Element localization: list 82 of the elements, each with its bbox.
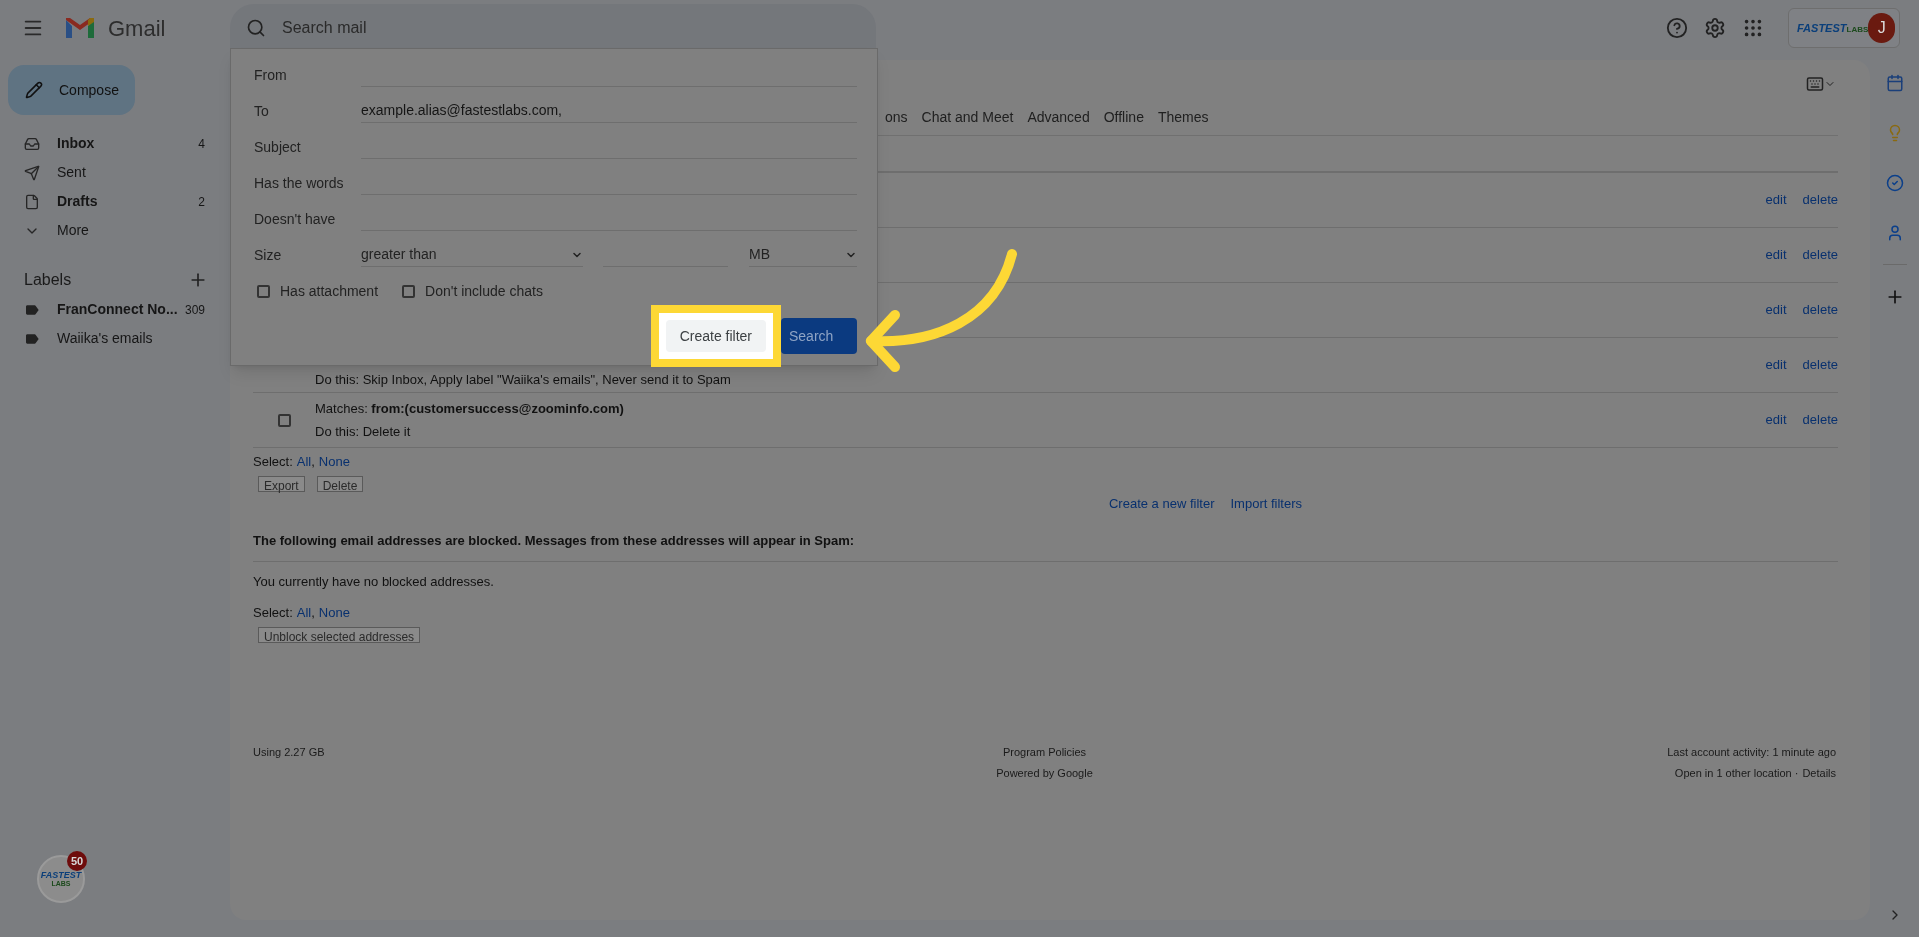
file-icon xyxy=(24,193,40,210)
select-none-link[interactable]: None xyxy=(318,452,350,472)
program-policies-link[interactable]: Program Policies xyxy=(1002,744,1087,761)
nav-count: 4 xyxy=(198,135,205,153)
check-circle-icon[interactable] xyxy=(1885,174,1904,192)
edit-link[interactable]: edit xyxy=(1765,190,1787,210)
create-filter-button[interactable]: Create filter xyxy=(665,320,766,352)
calendar-icon[interactable] xyxy=(1885,74,1904,92)
details-link[interactable]: Details xyxy=(1802,764,1836,781)
select-label: Select: xyxy=(253,604,293,622)
settings-tab[interactable]: Chat and Meet xyxy=(921,107,1014,128)
other-location: Open in 1 other location · xyxy=(1674,765,1799,781)
send-icon xyxy=(24,164,40,181)
checkbox[interactable] xyxy=(257,284,270,298)
checkbox[interactable] xyxy=(402,284,416,298)
labels-heading: Labels xyxy=(24,270,73,290)
checkbox[interactable] xyxy=(277,413,291,427)
size-unit-select[interactable]: MB xyxy=(749,243,857,267)
edit-link[interactable]: edit xyxy=(1765,355,1787,375)
apps-icon[interactable] xyxy=(1742,17,1764,39)
field-label: Subject xyxy=(254,137,302,157)
notification-count: 50 xyxy=(67,851,87,871)
field-label: Size xyxy=(254,245,283,265)
app-name: Gmail xyxy=(108,14,166,43)
help-icon[interactable] xyxy=(1666,17,1688,39)
search-placeholder: Search mail xyxy=(282,18,367,38)
delete-link[interactable]: delete xyxy=(1802,245,1838,265)
import-filters-link[interactable]: Import filters xyxy=(1230,493,1302,513)
separator: , xyxy=(311,453,315,471)
search-button[interactable]: Search xyxy=(781,318,857,354)
settings-tab[interactable]: Offline xyxy=(1103,107,1144,128)
keyboard-icon[interactable] xyxy=(1806,75,1824,93)
brand-name: FASTEST xyxy=(1797,20,1847,36)
edit-link[interactable]: edit xyxy=(1765,300,1787,320)
unblock-button[interactable]: Unblock selected addresses xyxy=(258,626,421,643)
delete-link[interactable]: delete xyxy=(1802,300,1838,320)
label-item[interactable]: Waiika's emails xyxy=(0,324,230,353)
checkbox-label: Don't include chats xyxy=(425,281,543,301)
create-filter-link[interactable]: Create a new filter xyxy=(1109,493,1215,513)
brand-suffix: LABS xyxy=(1846,23,1869,36)
select-label: Select: xyxy=(253,453,293,471)
input-field[interactable]: example.alias@fastestlabs.com, xyxy=(361,99,857,123)
delete-link[interactable]: delete xyxy=(1802,190,1838,210)
storage-usage: Using 2.27 GB xyxy=(253,746,325,758)
separator: , xyxy=(311,604,315,622)
edit-link[interactable]: edit xyxy=(1765,410,1787,430)
inbox-icon xyxy=(24,135,40,152)
nav-count: 2 xyxy=(198,193,205,211)
last-activity: Last account activity: 1 minute ago xyxy=(1667,745,1836,760)
blocked-heading: The following email addresses are blocked. Messages from these addresses will appear in Spam: xyxy=(253,533,855,548)
nav-item[interactable]: Inbox 4 xyxy=(0,129,230,158)
label-item[interactable]: FranConnect No... 309 xyxy=(0,295,230,324)
brand-name: FASTEST xyxy=(40,871,82,880)
field-label: From xyxy=(254,65,288,85)
delete-link[interactable]: delete xyxy=(1802,355,1838,375)
avatar[interactable]: J xyxy=(1868,13,1895,43)
gmail-logo-icon xyxy=(64,16,96,40)
nav-item[interactable]: Drafts 2 xyxy=(0,187,230,216)
blocked-note: You currently have no blocked addresses. xyxy=(253,573,494,589)
select-none-link[interactable]: None xyxy=(318,603,350,623)
delete-link[interactable]: delete xyxy=(1802,410,1838,430)
filter-criteria: Matches: from:(customersuccess@zoominfo.com) xyxy=(315,400,625,418)
pencil-icon xyxy=(25,81,43,99)
size-comparator-select[interactable]: greater than xyxy=(361,243,583,267)
field-label: Doesn't have xyxy=(254,209,337,229)
search-icon[interactable] xyxy=(246,18,266,38)
compose-button[interactable]: Compose xyxy=(8,65,135,115)
settings-tab[interactable]: Themes xyxy=(1157,107,1209,128)
settings-tab[interactable]: ons xyxy=(885,107,908,128)
field-label: To xyxy=(254,101,270,121)
filter-action: Do this: Skip Inbox, Apply label "Waiika's emails", Never send it to Spam xyxy=(315,370,732,389)
field-label: Has the words xyxy=(254,173,345,193)
account-badge[interactable]: FASTESTLABS J xyxy=(1788,8,1900,48)
nav-item[interactable]: Sent xyxy=(0,158,230,187)
checkbox-label: Has attachment xyxy=(280,281,379,301)
settings-tab[interactable]: Advanced xyxy=(1027,107,1090,128)
nav-item[interactable]: More xyxy=(0,216,230,245)
settings-icon[interactable] xyxy=(1704,17,1726,39)
edit-link[interactable]: edit xyxy=(1765,245,1787,265)
label-count: 309 xyxy=(184,301,205,319)
powered-by: Powered by Google xyxy=(996,765,1093,781)
filter-action: Do this: Delete it xyxy=(315,422,412,441)
